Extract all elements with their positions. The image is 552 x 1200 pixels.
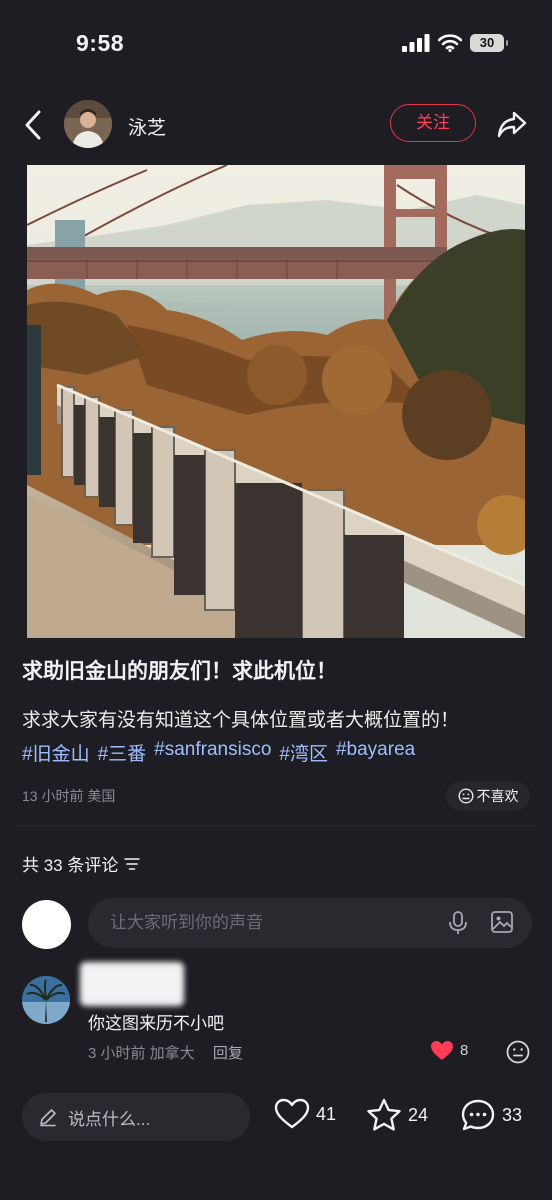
status-icons: 30 [402,34,508,52]
heart-icon [274,1098,310,1129]
signal-icon [402,34,430,52]
my-avatar [22,900,71,949]
pencil-icon [40,1109,56,1127]
status-time: 9:58 [76,30,125,56]
mic-icon[interactable] [448,910,468,936]
hashtag-link[interactable]: #sanfransisco [154,739,271,766]
post-header: 泳芝 关注 [0,98,552,154]
post-tags: #旧金山 #三番 #sanfransisco #湾区 #bayarea [22,739,415,766]
author-name[interactable]: 泳芝 [128,113,166,140]
image-icon[interactable] [490,910,514,934]
say-something-input[interactable]: 说点什么... [22,1093,250,1141]
dislike-button[interactable]: 不喜欢 [446,781,530,811]
comments-count: 共 33 条评论 [22,856,119,875]
comment-text: 你这图来历不小吧 [88,1014,224,1033]
commenter-avatar[interactable] [22,976,70,1024]
reply-button[interactable]: 回复 [213,1045,243,1062]
commenter-name-redacted [80,962,184,1006]
heart-filled-icon [431,1041,453,1060]
dislike-label: 不喜欢 [476,788,519,804]
back-icon[interactable] [22,108,46,142]
hashtag-link[interactable]: #三番 [98,739,147,766]
comment-button[interactable]: 33 [460,1098,522,1132]
comment-meta: 3 小时前 加拿大 回复 [88,1042,243,1063]
author-avatar[interactable] [64,100,112,148]
comment-count: 33 [502,1104,523,1125]
bottom-action-bar: 说点什么... 41 24 33 [0,1090,552,1146]
comments-header[interactable]: 共 33 条评论 [22,851,141,876]
emoji-react-icon[interactable] [506,1040,530,1064]
hashtag-link[interactable]: #bayarea [336,739,415,766]
post-body: 求求大家有没有知道这个具体位置或者大概位置的！ [22,710,460,731]
say-placeholder: 说点什么... [68,1109,151,1129]
sort-icon[interactable] [124,857,141,871]
comment-input[interactable]: 让大家听到你的声音 [88,898,532,948]
like-count: 41 [316,1103,337,1124]
follow-button[interactable]: 关注 [390,104,476,142]
battery-icon: 30 [470,34,508,52]
hashtag-link[interactable]: #湾区 [279,739,328,766]
wifi-icon [438,34,462,52]
comment-like-count: 8 [460,1042,469,1059]
comment-like-button[interactable]: 8 [430,1040,468,1061]
comment-placeholder: 让大家听到你的声音 [110,913,263,932]
hashtag-link[interactable]: #旧金山 [22,739,90,766]
comment-input-row: 让大家听到你的声音 [22,898,532,949]
post-title: 求助旧金山的朋友们！求此机位！ [22,660,337,683]
post-meta: 13 小时前 美国 [22,788,116,804]
like-button[interactable]: 41 [274,1098,336,1130]
comment-item: 你这图来历不小吧 3 小时前 加拿大 回复 8 [22,960,532,1070]
collect-count: 24 [408,1104,429,1125]
divider [14,825,538,826]
comment-bubble-icon [461,1099,495,1131]
post-image[interactable] [27,165,525,638]
star-icon [367,1098,401,1131]
status-bar: 9:58 30 [0,0,552,90]
frown-icon [457,788,474,804]
comment-time: 3 小时前 加拿大 [88,1045,195,1062]
share-icon[interactable] [496,108,528,140]
collect-button[interactable]: 24 [366,1098,428,1132]
